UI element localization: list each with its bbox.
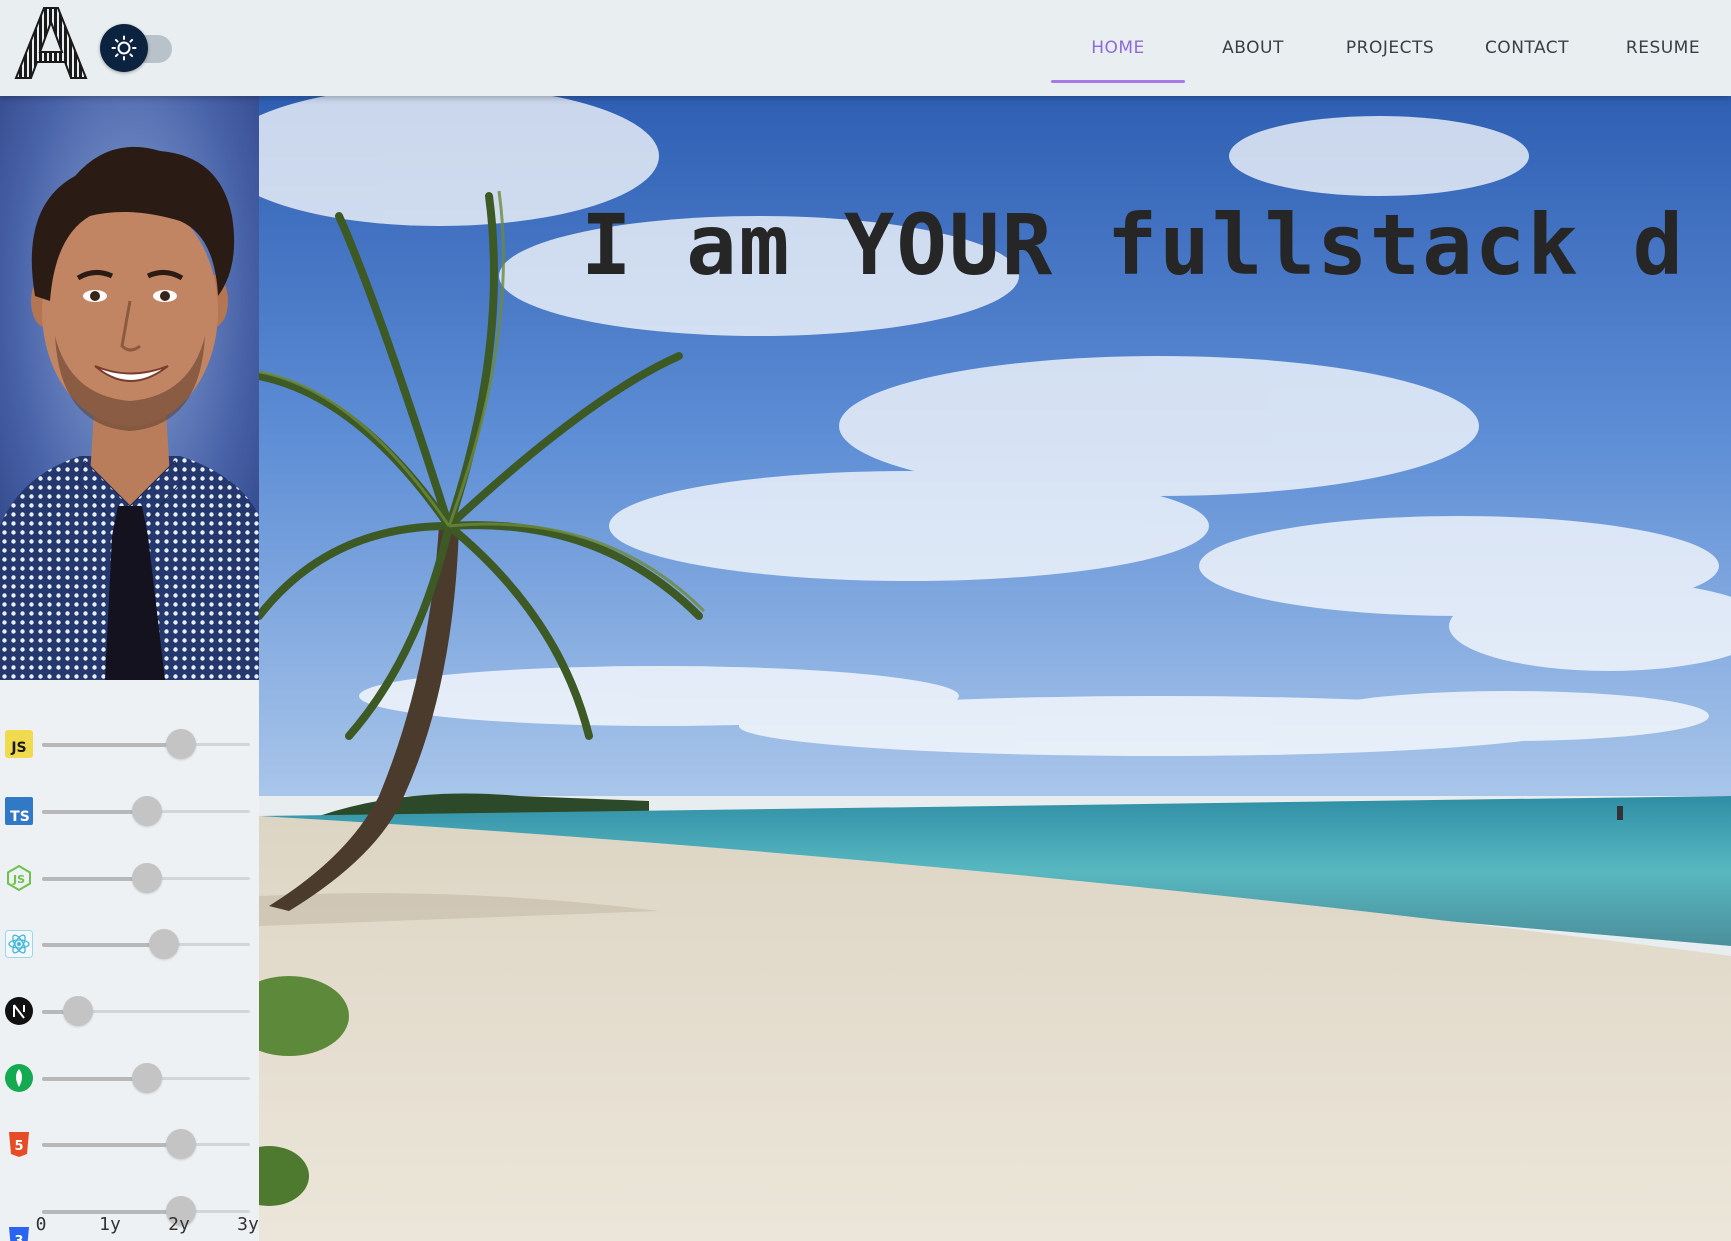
- main-nav: HOME ABOUT PROJECTS CONTACT RESUME: [1051, 0, 1731, 96]
- skill-row-mongodb: [0, 1058, 259, 1098]
- typescript-icon: TS: [5, 797, 33, 825]
- slider-thumb[interactable]: [166, 1129, 196, 1159]
- mark-label: 1y: [99, 1214, 121, 1235]
- svg-text:TS: TS: [10, 809, 30, 825]
- logo-a-icon[interactable]: [14, 6, 88, 80]
- skill-row-html5: 5: [0, 1124, 259, 1164]
- mark-label: 3y: [237, 1214, 259, 1235]
- skill-row-nextjs: [0, 991, 259, 1031]
- mark-label: 2y: [168, 1214, 190, 1235]
- slider-thumb[interactable]: [132, 1063, 162, 1093]
- javascript-icon: JS: [5, 730, 33, 758]
- svg-text:JS: JS: [12, 873, 25, 886]
- slider-thumb[interactable]: [166, 729, 196, 759]
- slider-thumb[interactable]: [132, 863, 162, 893]
- slider-fill: [42, 942, 164, 947]
- hero-section: I am YOUR fullstack d: [259, 96, 1731, 1241]
- slider-thumb[interactable]: [132, 796, 162, 826]
- slider-marks: 0 1y 2y 3y: [0, 1214, 259, 1241]
- skill-slider-mongodb[interactable]: [42, 1063, 250, 1093]
- html5-icon: 5: [9, 1132, 29, 1157]
- nextjs-icon: [5, 997, 33, 1025]
- skill-slider-typescript[interactable]: [42, 796, 250, 826]
- nav-home[interactable]: HOME: [1051, 0, 1185, 96]
- hero-headline: I am YOUR fullstack d: [581, 196, 1686, 294]
- nodejs-icon: JS: [7, 864, 31, 892]
- theme-toggle[interactable]: [100, 24, 174, 74]
- profile-photo: [0, 96, 259, 680]
- skill-slider-javascript[interactable]: [42, 729, 250, 759]
- slider-fill: [42, 1209, 181, 1214]
- skill-slider-css3[interactable]: [42, 1196, 250, 1226]
- nav-about[interactable]: ABOUT: [1185, 0, 1321, 96]
- slider-thumb[interactable]: [63, 996, 93, 1026]
- skill-slider-nextjs[interactable]: [42, 996, 250, 1026]
- top-navbar: HOME ABOUT PROJECTS CONTACT RESUME: [0, 0, 1731, 96]
- svg-text:5: 5: [14, 1139, 23, 1154]
- mongodb-icon: [5, 1064, 33, 1092]
- skill-slider-html5[interactable]: [42, 1129, 250, 1159]
- skills-sidebar: JS TS JS 5 0 1y 2y 3y: [0, 96, 259, 1241]
- react-icon: [5, 930, 33, 958]
- skill-slider-nodejs[interactable]: [42, 863, 250, 893]
- svg-text:JS: JS: [10, 740, 26, 756]
- slider-fill: [42, 1142, 181, 1147]
- mark-label: 0: [35, 1214, 47, 1235]
- skill-row-javascript: JS: [0, 724, 259, 764]
- slider-fill: [42, 742, 181, 747]
- nav-resume[interactable]: RESUME: [1595, 0, 1731, 96]
- skill-row-typescript: TS: [0, 791, 259, 831]
- skill-row-nodejs: JS: [0, 858, 259, 898]
- sun-icon: [100, 24, 148, 72]
- nav-contact[interactable]: CONTACT: [1459, 0, 1595, 96]
- skill-row-react: [0, 924, 259, 964]
- nav-projects[interactable]: PROJECTS: [1321, 0, 1459, 96]
- skill-slider-react[interactable]: [42, 929, 250, 959]
- slider-thumb[interactable]: [149, 929, 179, 959]
